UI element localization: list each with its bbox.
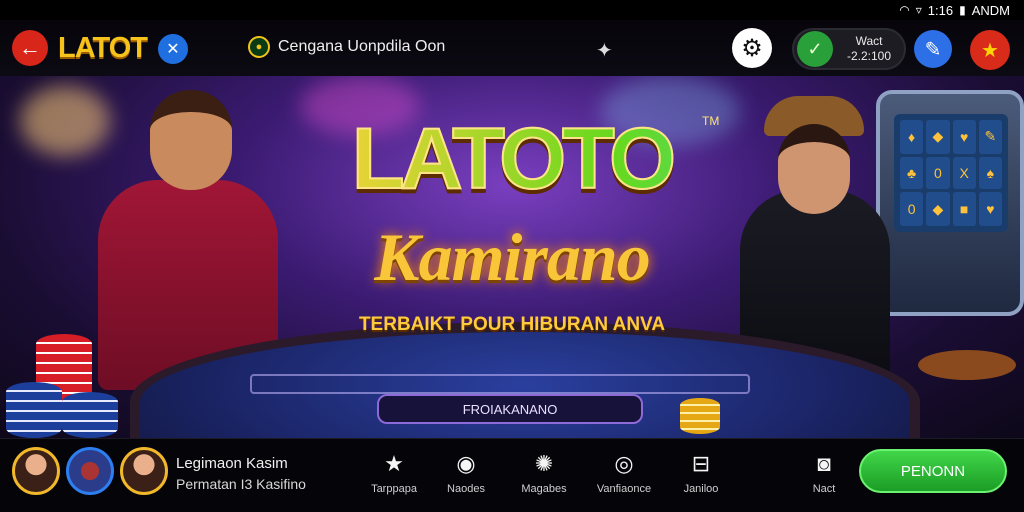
coin-icon: ◎ bbox=[614, 451, 634, 476]
sparkle-button[interactable]: ✦ bbox=[596, 38, 613, 63]
nav-label: Tarppapa bbox=[371, 483, 417, 495]
avatar[interactable] bbox=[66, 447, 114, 495]
table-label[interactable]: FROIAKANANO bbox=[377, 394, 643, 424]
back-button[interactable]: ← bbox=[12, 30, 48, 66]
settings-button[interactable]: ⚙ bbox=[732, 28, 772, 68]
nav-item[interactable]: ◉ Naodes bbox=[426, 451, 506, 495]
wifi-icon: ◠ bbox=[899, 3, 910, 17]
status-time: 1:16 bbox=[927, 2, 954, 18]
gear-badge-icon: ✺ bbox=[534, 451, 554, 476]
wallet-button[interactable]: ✓ Wact -2.2:100 bbox=[792, 28, 906, 70]
coin-icon: ● bbox=[248, 36, 270, 58]
pen-icon: ✎ bbox=[924, 38, 942, 61]
status-bar: ◠ ▿ 1:16 ▮ ANDM bbox=[0, 0, 1024, 20]
nav-label: Janiloo bbox=[683, 483, 719, 495]
nav-label: Magabes bbox=[521, 483, 567, 495]
play-now-button[interactable]: PENONN bbox=[859, 449, 1007, 493]
hero-subtitle: Kamirano bbox=[374, 219, 650, 295]
nav-item[interactable]: ⊟ Janiloo bbox=[661, 451, 741, 495]
bed-icon: ⊟ bbox=[691, 451, 711, 476]
hero-banner[interactable]: ♦◆♥✎♣0X♠0◆■♥ FROIAKANANO LATOTO TM Kamir… bbox=[0, 76, 1024, 438]
nav-item[interactable]: ◙ Nact bbox=[784, 451, 864, 495]
nav-item[interactable]: ◎ Vanfiaonce bbox=[584, 451, 664, 495]
promo-text: Cengana Uonpdila Oon bbox=[278, 38, 446, 55]
chip-stack-blue bbox=[62, 392, 118, 438]
chip-stack-gold bbox=[680, 398, 720, 434]
betting-layout bbox=[250, 374, 750, 394]
gear-icon: ⚙ bbox=[741, 34, 763, 62]
camera-icon: ◙ bbox=[817, 451, 831, 476]
logo-badge-icon: ✕ bbox=[158, 34, 188, 64]
chip-icon: ◉ bbox=[456, 451, 476, 476]
promo-link[interactable]: ● Cengana Uonpdila Oon bbox=[248, 36, 445, 58]
nav-label: Naodes bbox=[447, 483, 485, 495]
wallet-amount: -2.2:100 bbox=[847, 49, 892, 63]
nav-item[interactable]: ★ Tarppapa bbox=[354, 451, 434, 495]
chip-stack-blue bbox=[6, 382, 62, 438]
arrow-left-icon: ← bbox=[19, 35, 41, 60]
app-logo[interactable]: LATOT bbox=[58, 32, 148, 65]
avatar[interactable] bbox=[12, 447, 60, 495]
user-subtitle: Permatan I3 Kasifino bbox=[176, 476, 306, 492]
trademark: TM bbox=[702, 114, 720, 128]
battery-icon: ▮ bbox=[959, 3, 966, 17]
nav-item[interactable]: ✺ Magabes bbox=[504, 451, 584, 495]
nav-label: Vanfiaonce bbox=[596, 483, 652, 495]
bar-stool bbox=[918, 350, 1016, 380]
avatar[interactable] bbox=[120, 447, 168, 495]
hero-title: LATOTO bbox=[0, 110, 1024, 209]
wallet-label: Wact bbox=[855, 34, 883, 48]
location-icon: ▿ bbox=[915, 3, 922, 17]
badge-icon: ★ bbox=[981, 39, 999, 62]
edit-button[interactable]: ✎ bbox=[914, 30, 952, 68]
star-icon: ★ bbox=[384, 451, 404, 476]
top-app-bar: ← LATOT ✕ ● Cengana Uonpdila Oon ✦ ⚙ ✓ W… bbox=[0, 20, 1024, 76]
hero-tagline: TERBAIKT POUR HIBURAN ANVA bbox=[358, 314, 666, 335]
status-carrier: ANDM bbox=[971, 2, 1010, 18]
user-name: Legimaon Kasim bbox=[176, 455, 288, 472]
reward-button[interactable]: ★ bbox=[970, 30, 1010, 70]
wallet-info: Wact -2.2:100 bbox=[847, 34, 891, 64]
nav-label: Nact bbox=[812, 483, 836, 495]
wallet-icon: ✓ bbox=[797, 31, 833, 67]
bottom-bar: Legimaon Kasim Permatan I3 Kasifino ★ Ta… bbox=[0, 438, 1024, 512]
